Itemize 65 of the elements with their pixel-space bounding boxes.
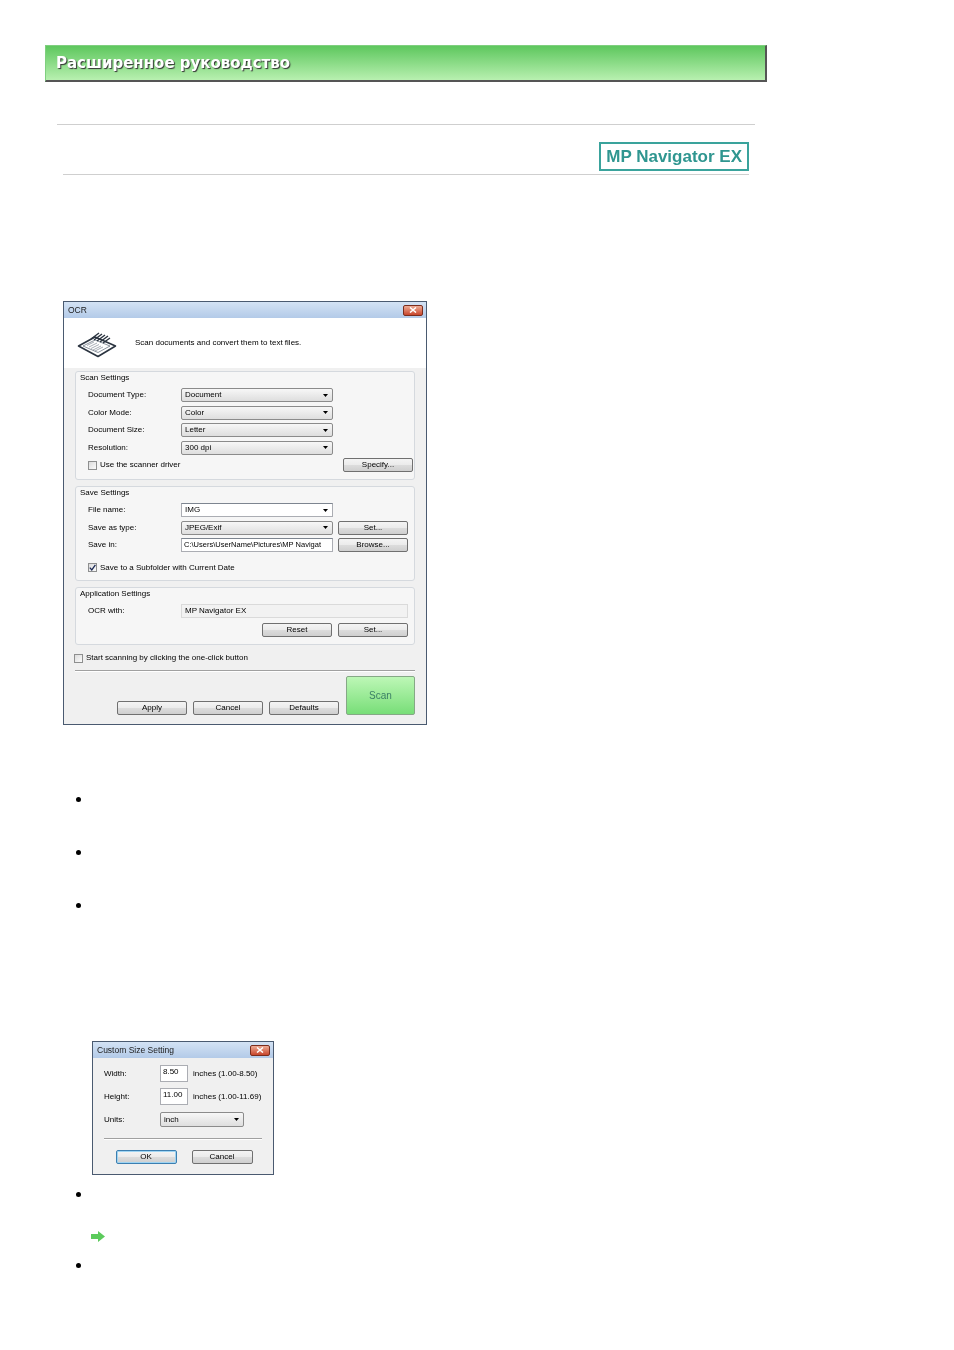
- checkbox-label: Start scanning by clicking the one-click button: [86, 653, 248, 663]
- field-label: Units:: [104, 1114, 126, 1125]
- group-title: Scan Settings: [80, 373, 130, 383]
- description-text: Scan documents and convert them to text files.: [135, 338, 302, 348]
- range-hint: inches (1.00-8.50): [193, 1068, 258, 1079]
- dropdown[interactable]: Letter: [181, 423, 333, 437]
- dialog-button[interactable]: OK: [115, 1150, 177, 1164]
- product-logo: MP Navigator EX: [599, 142, 749, 171]
- dropdown[interactable]: JPEG/Exif: [181, 520, 333, 535]
- field-label: OCR with:: [88, 605, 126, 616]
- window-title: Custom Size Setting: [97, 1045, 174, 1055]
- dropdown[interactable]: Document: [181, 388, 333, 402]
- field-label: Width:: [104, 1068, 128, 1079]
- bullet-icon: [76, 903, 81, 908]
- bullet-icon: [76, 1192, 81, 1197]
- readonly-field: MP Navigator EX: [181, 603, 408, 618]
- field-label: Save in:: [88, 540, 118, 550]
- caret-icon: [323, 526, 328, 529]
- field-label: Color Mode:: [88, 407, 133, 418]
- field-label: Document Type:: [88, 390, 148, 400]
- dropdown[interactable]: inch: [160, 1112, 244, 1127]
- caret-icon: [323, 446, 328, 449]
- group-title: Application Settings: [80, 588, 151, 599]
- field-label: File name:: [88, 505, 127, 515]
- dialog-button[interactable]: Cancel: [193, 701, 263, 715]
- checkmark-icon: [89, 564, 96, 571]
- dialog-button[interactable]: Browse...: [338, 538, 408, 552]
- dialog-button[interactable]: Cancel: [191, 1150, 253, 1164]
- field-label: Document Size:: [88, 425, 146, 435]
- checkbox[interactable]: [74, 653, 83, 663]
- group-title: Save Settings: [80, 488, 130, 498]
- combo-box[interactable]: IMG: [181, 503, 333, 517]
- close-button[interactable]: [403, 304, 423, 316]
- caret-icon: [323, 411, 328, 414]
- caret-icon: [234, 1118, 239, 1121]
- dropdown[interactable]: 300 dpi: [181, 440, 333, 455]
- field-label: Height:: [104, 1091, 131, 1102]
- page-title: Расширенное руководство: [56, 54, 291, 72]
- checkbox-label: Save to a Subfolder with Current Date: [100, 562, 235, 573]
- checkbox[interactable]: [88, 563, 97, 572]
- checkbox[interactable]: [88, 460, 97, 470]
- dialog-button[interactable]: Specify...: [343, 458, 413, 472]
- caret-icon: [323, 508, 328, 512]
- close-icon: [409, 307, 417, 313]
- bullet-icon: [76, 850, 81, 855]
- dialog-button[interactable]: Set...: [338, 623, 408, 637]
- field-label: Resolution:: [88, 442, 130, 453]
- arrow-icon: [91, 1231, 105, 1242]
- caret-icon: [323, 428, 328, 432]
- close-button[interactable]: [250, 1044, 270, 1056]
- number-field[interactable]: 8.50: [160, 1065, 188, 1082]
- number-field[interactable]: 11.00: [160, 1088, 188, 1105]
- window-title: OCR: [68, 305, 87, 315]
- range-hint: inches (1.00-11.69): [193, 1091, 262, 1102]
- dialog-button[interactable]: Apply: [117, 701, 187, 715]
- close-icon: [256, 1047, 264, 1053]
- dialog-button[interactable]: Set...: [338, 520, 408, 535]
- dialog-button[interactable]: Reset: [262, 623, 332, 637]
- bullet-icon: [76, 1263, 81, 1268]
- dialog-button[interactable]: Defaults: [269, 701, 339, 715]
- field-label: Save as type:: [88, 522, 138, 533]
- checkbox-label: Use the scanner driver: [100, 460, 181, 470]
- bullet-icon: [76, 797, 81, 802]
- caret-icon: [323, 393, 328, 397]
- dropdown[interactable]: Color: [181, 405, 333, 420]
